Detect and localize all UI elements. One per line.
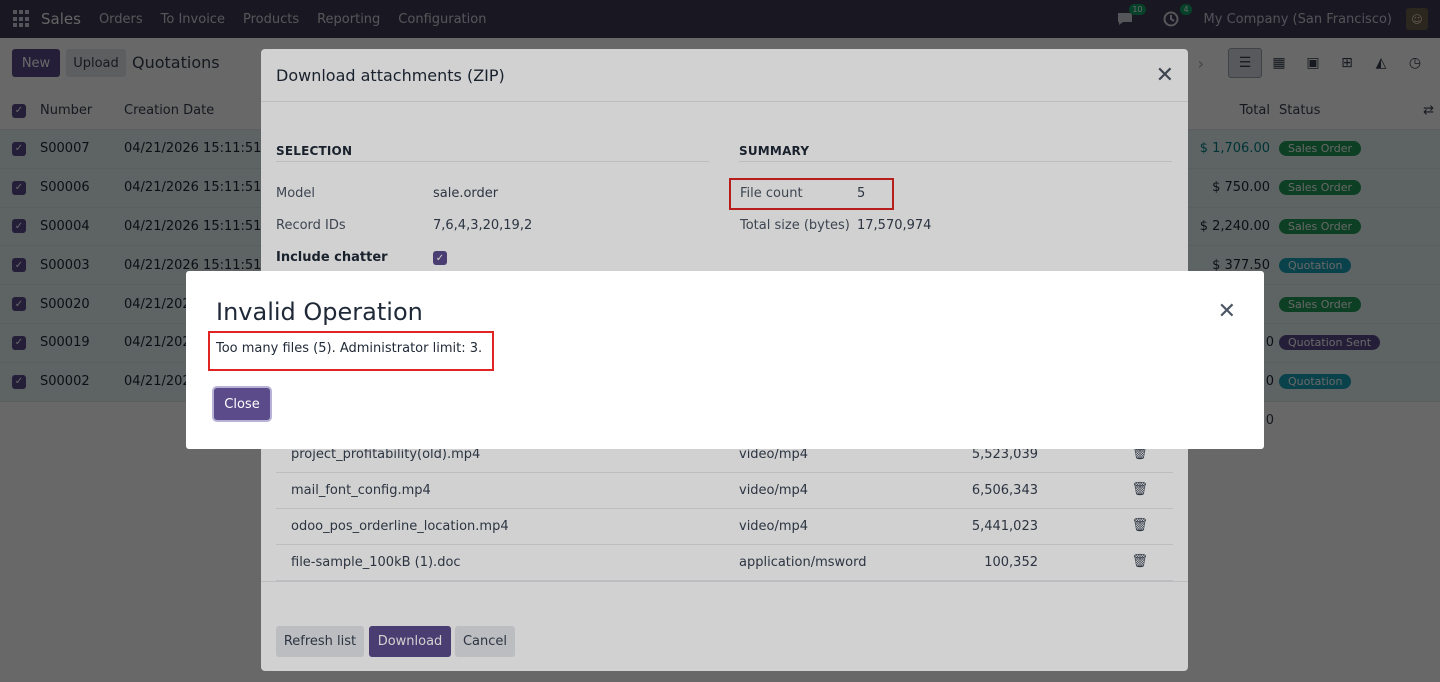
error-title: Invalid Operation [216,298,423,326]
error-message-highlight [208,331,494,371]
close-icon[interactable]: ✕ [1218,299,1236,324]
invalid-operation-dialog: Invalid Operation ✕ Too many files (5). … [186,271,1264,449]
close-button[interactable]: Close [214,388,270,420]
